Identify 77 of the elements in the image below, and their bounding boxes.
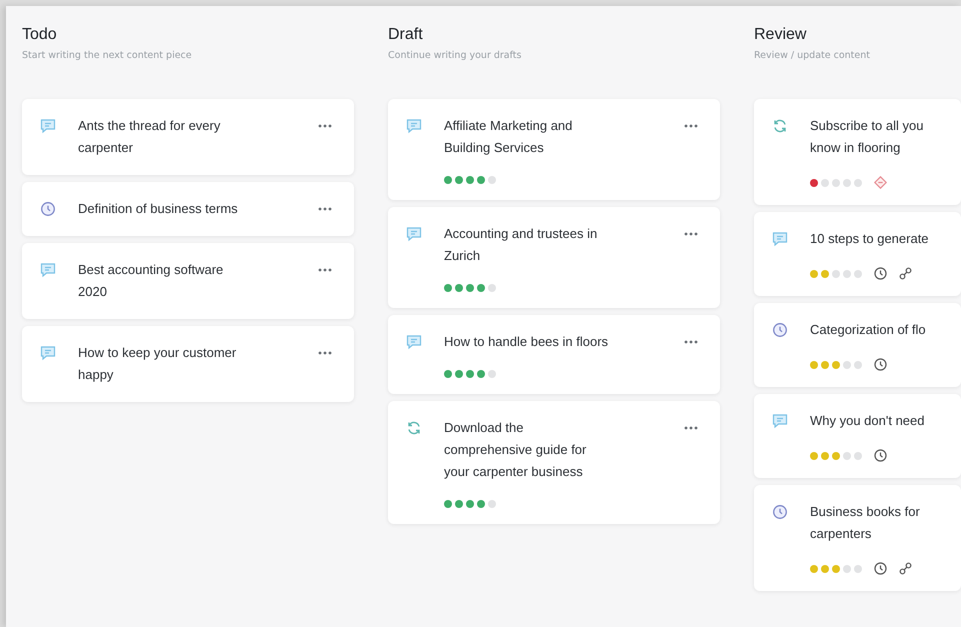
card-title: Accounting and trustees in Zurich	[444, 225, 598, 265]
clock-icon	[874, 267, 887, 280]
chat-icon	[772, 413, 788, 429]
sync-icon	[406, 420, 422, 436]
more-icon	[318, 351, 332, 355]
content-card[interactable]: Affiliate Marketing and Building Services	[388, 99, 720, 200]
card-title: How to keep your customer happy	[78, 344, 238, 384]
chat-icon	[40, 118, 56, 134]
link-icon	[899, 562, 912, 575]
rating-dot	[843, 178, 851, 186]
more-icon	[684, 232, 698, 236]
clock-icon	[40, 201, 56, 217]
rating-dot	[854, 564, 862, 572]
rating-dot	[821, 178, 829, 186]
chat-icon	[406, 118, 422, 134]
column-subtitle: Continue writing your drafts	[388, 50, 522, 61]
content-card[interactable]: How to handle bees in floors	[388, 315, 720, 394]
content-card[interactable]: Download the comprehensive guide for your carpenter business	[388, 401, 720, 524]
column-title: Todo	[22, 26, 58, 44]
content-card[interactable]: Ants the thread for every carpenter	[22, 99, 354, 175]
content-card[interactable]: Subscribe to all you know in flooring	[754, 99, 961, 205]
rating-dot	[854, 270, 862, 278]
card-title: How to handle bees in floors	[444, 333, 610, 351]
clock-icon	[874, 562, 887, 575]
content-card[interactable]: Categorization of flo	[754, 303, 961, 387]
chat-icon	[772, 231, 788, 247]
column-subtitle: Review / update content	[754, 50, 871, 61]
card-title: Business books for carpenters	[810, 503, 921, 543]
link-icon	[899, 267, 912, 280]
card-title: 10 steps to generate	[810, 230, 930, 248]
column-subtitle: Start writing the next content piece	[22, 50, 193, 61]
clock-icon	[772, 322, 788, 338]
more-icon	[318, 207, 332, 211]
rating-dot	[832, 270, 840, 278]
rating-dot	[488, 176, 496, 184]
content-card[interactable]: Definition of business terms	[22, 182, 354, 236]
content-card[interactable]: Business books for carpenters	[754, 485, 961, 591]
rating-dot	[854, 452, 862, 460]
clock-icon	[772, 504, 788, 520]
card-title: Affiliate Marketing and Building Services	[444, 117, 574, 157]
content-card[interactable]: Best accounting software 2020	[22, 243, 354, 319]
rating-dot	[843, 270, 851, 278]
chat-icon	[406, 226, 422, 242]
content-card[interactable]: Why you don't need	[754, 394, 961, 478]
rating-dot	[488, 370, 496, 378]
clock-icon	[874, 449, 887, 462]
card-title: Definition of business terms	[78, 200, 239, 218]
clock-icon	[874, 358, 887, 371]
card-title: Why you don't need	[810, 412, 926, 430]
chat-icon	[40, 262, 56, 278]
more-icon	[684, 340, 698, 344]
more-icon	[318, 124, 332, 128]
rating-dot	[843, 360, 851, 368]
more-icon	[684, 426, 698, 430]
column-title: Draft	[388, 26, 424, 44]
rating-dot	[843, 452, 851, 460]
rating-dot	[843, 564, 851, 572]
rating-dot	[832, 178, 840, 186]
card-title: Best accounting software 2020	[78, 261, 224, 301]
content-card[interactable]: 10 steps to generate	[754, 212, 961, 296]
card-title: Ants the thread for every carpenter	[78, 117, 222, 157]
more-icon	[684, 124, 698, 128]
rating-dot	[854, 360, 862, 368]
rating-dot	[488, 284, 496, 292]
content-card[interactable]: How to keep your customer happy	[22, 326, 354, 402]
more-icon	[318, 268, 332, 272]
chat-icon	[406, 334, 422, 350]
warning-icon	[874, 176, 887, 189]
card-title: Categorization of flo	[810, 321, 927, 339]
chat-icon	[40, 345, 56, 361]
sync-icon	[772, 118, 788, 134]
card-title: Subscribe to all you know in flooring	[810, 117, 924, 157]
column-title: Review	[754, 26, 808, 44]
content-card[interactable]: Accounting and trustees in Zurich	[388, 207, 720, 308]
card-title: Download the comprehensive guide for your carpenter business	[444, 419, 588, 481]
rating-dot	[854, 178, 862, 186]
rating-dot	[488, 500, 496, 508]
